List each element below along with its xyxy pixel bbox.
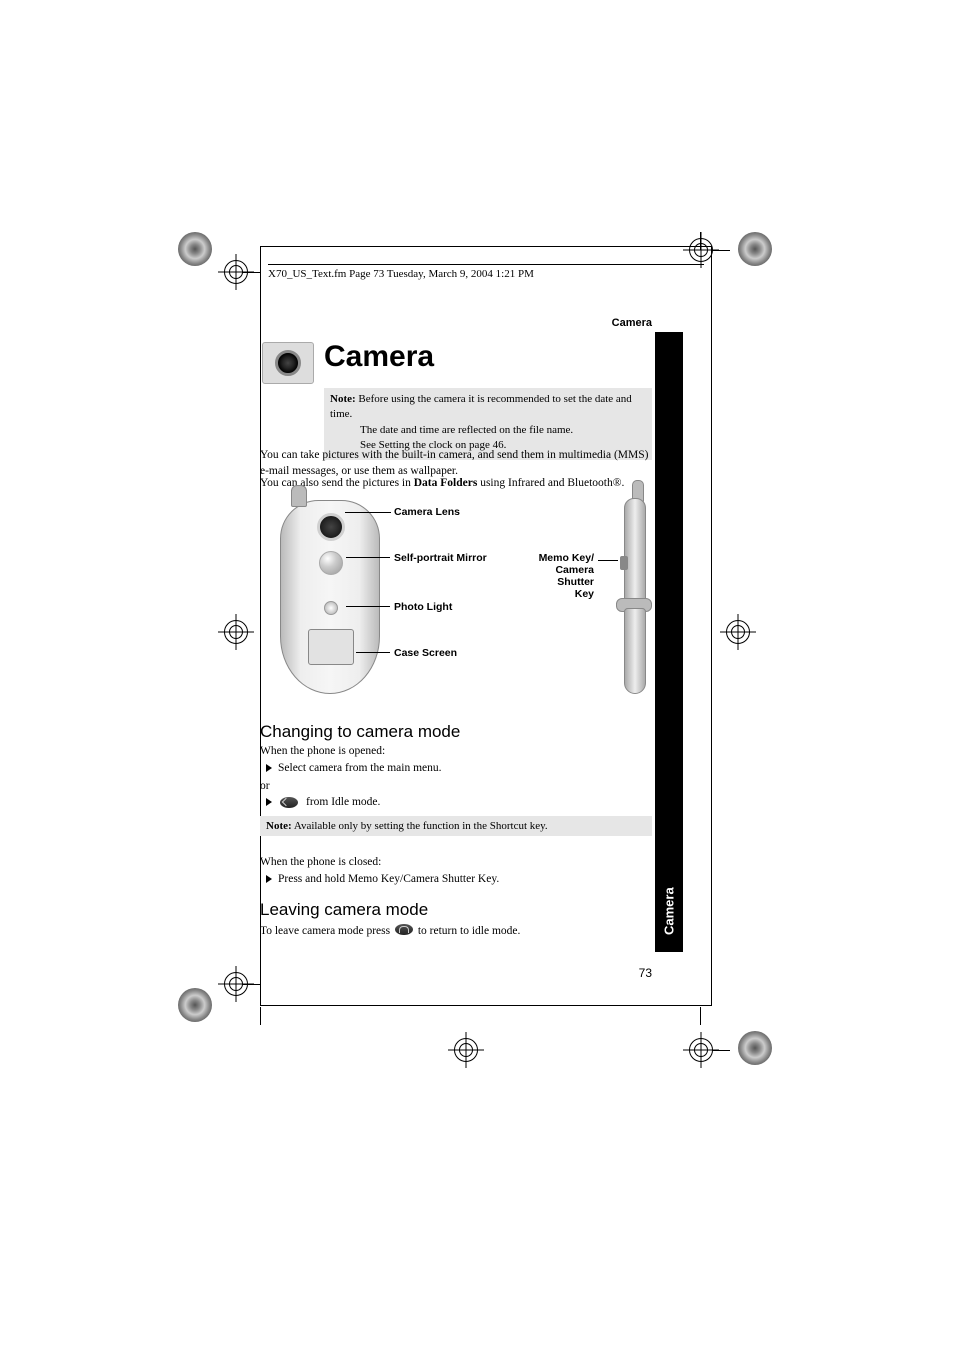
callout-line xyxy=(346,606,390,607)
note-text: The date and time are reflected on the f… xyxy=(330,423,646,438)
callout-line xyxy=(598,560,618,561)
body-text: using Infrared and Bluetooth®. xyxy=(477,477,624,489)
registration-mark xyxy=(738,232,772,266)
callout-memo-key: Memo Key/ Camera Shutter Key xyxy=(536,552,594,600)
note-text: Available only by setting the function i… xyxy=(294,820,548,832)
bullet-item: from Idle mode. xyxy=(260,796,652,808)
phone-front-illustration xyxy=(280,500,380,694)
crop-line xyxy=(242,984,260,985)
softkey-icon xyxy=(280,797,298,808)
crop-line xyxy=(242,272,260,273)
callout-line xyxy=(356,652,390,653)
body-text: When the phone is closed: xyxy=(260,856,652,868)
note-box: Note: Available only by setting the func… xyxy=(260,816,652,836)
note-label: Note: xyxy=(266,820,292,832)
body-paragraph: You can also send the pictures in Data F… xyxy=(260,477,652,489)
body-text: You can also send the pictures in xyxy=(260,477,414,489)
callout-line2: Camera xyxy=(536,564,594,576)
callout-case-screen: Case Screen xyxy=(394,647,457,659)
page-number: 73 xyxy=(260,966,652,980)
heading-leaving-mode: Leaving camera mode xyxy=(260,900,428,920)
registration-target xyxy=(222,618,250,646)
note-text: Before using the camera it is recommende… xyxy=(330,393,632,420)
running-header: Camera xyxy=(260,317,652,329)
page-title: Camera xyxy=(324,340,434,374)
crop-line xyxy=(260,1007,261,1025)
callout-camera-lens: Camera Lens xyxy=(394,506,460,518)
callout-mirror: Self-portrait Mirror xyxy=(394,552,487,564)
registration-mark xyxy=(178,232,212,266)
file-header-text: X70_US_Text.fm Page 73 Tuesday, March 9,… xyxy=(268,268,534,280)
bullet-text: Select camera from the main menu. xyxy=(278,762,442,774)
bullet-text: Press and hold Memo Key/Camera Shutter K… xyxy=(278,873,499,885)
body-text: to return to idle mode. xyxy=(415,925,520,937)
registration-target xyxy=(452,1036,480,1064)
camera-section-icon xyxy=(262,342,314,384)
callout-line xyxy=(345,512,391,513)
end-key-icon xyxy=(395,924,413,935)
callout-line xyxy=(346,557,390,558)
registration-mark xyxy=(178,988,212,1022)
callout-line3: Shutter Key xyxy=(536,576,594,600)
bullet-text: from Idle mode. xyxy=(306,796,380,808)
registration-target xyxy=(687,1036,715,1064)
thumb-index-bar xyxy=(655,332,683,952)
phone-side-illustration xyxy=(612,498,652,694)
heading-changing-mode: Changing to camera mode xyxy=(260,722,460,742)
phone-diagram: Camera Lens Self-portrait Mirror Photo L… xyxy=(260,494,652,704)
body-text-bold: Data Folders xyxy=(414,477,478,489)
bullet-item: Select camera from the main menu. xyxy=(260,762,652,774)
callout-line1: Memo Key/ xyxy=(536,552,594,564)
file-header: X70_US_Text.fm Page 73 Tuesday, March 9,… xyxy=(268,264,704,280)
crop-line xyxy=(712,1050,730,1051)
bullet-item: Press and hold Memo Key/Camera Shutter K… xyxy=(260,873,652,885)
registration-mark xyxy=(738,1031,772,1065)
body-text: or xyxy=(260,780,652,792)
body-paragraph: To leave camera mode press to return to … xyxy=(260,924,652,937)
body-paragraph: You can take pictures with the built-in … xyxy=(260,448,652,479)
thumb-index-tab: Camera xyxy=(655,870,683,952)
crop-line xyxy=(700,1007,701,1025)
body-text: When the phone is opened: xyxy=(260,745,652,757)
bullet-triangle-icon xyxy=(266,798,272,806)
crop-line xyxy=(712,250,730,251)
body-text: To leave camera mode press xyxy=(260,925,393,937)
registration-target xyxy=(724,618,752,646)
note-label: Note: xyxy=(330,393,356,405)
bullet-triangle-icon xyxy=(266,875,272,883)
bullet-triangle-icon xyxy=(266,764,272,772)
callout-photo-light: Photo Light xyxy=(394,601,452,613)
